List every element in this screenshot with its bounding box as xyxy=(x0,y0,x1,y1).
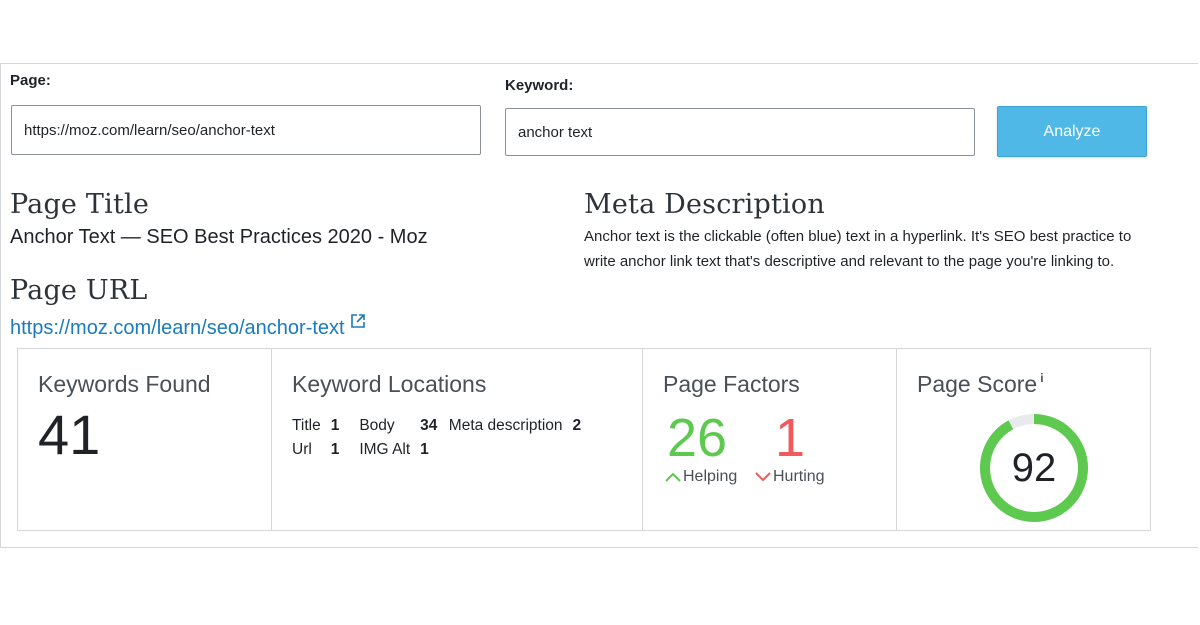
meta-description-heading: Meta Description xyxy=(584,189,825,220)
location-label-meta: Meta description xyxy=(448,417,563,434)
page-score-card: Page Score i 92 xyxy=(897,349,1150,530)
location-count-title: 1 xyxy=(330,417,340,434)
page-url-text: https://moz.com/learn/seo/anchor-text xyxy=(10,317,345,339)
helping-label: Helping xyxy=(683,468,738,485)
chevron-down-icon xyxy=(755,468,773,485)
table-row: Title 1 Body 34 Meta description 2 xyxy=(292,417,581,441)
page-url-heading: Page URL xyxy=(10,275,148,306)
keyword-locations-card: Keyword Locations Title 1 Body 34 Meta d… xyxy=(272,349,643,530)
location-count-url: 1 xyxy=(330,441,340,458)
keyword-locations-title: Keyword Locations xyxy=(292,371,487,397)
location-label-url: Url xyxy=(292,441,312,458)
external-link-icon[interactable] xyxy=(350,311,365,334)
page-score-title-text: Page Score xyxy=(917,371,1038,397)
keywords-found-value: 41 xyxy=(38,403,101,466)
location-label-body: Body xyxy=(359,417,395,434)
hurting-count: 1 xyxy=(775,408,806,468)
hurting-indicator: Hurting xyxy=(755,468,825,486)
helping-count: 26 xyxy=(667,408,728,468)
stats-cards: Keywords Found 41 Keyword Locations Titl… xyxy=(17,348,1151,531)
location-count-img-alt: 1 xyxy=(420,441,429,458)
page-factors-title: Page Factors xyxy=(663,371,800,397)
page-url-input[interactable] xyxy=(11,105,481,155)
chevron-up-icon xyxy=(665,468,683,485)
page-title-heading: Page Title xyxy=(10,189,150,220)
keyword-input[interactable] xyxy=(505,108,975,156)
location-count-meta: 2 xyxy=(572,417,582,434)
helping-indicator: Helping xyxy=(665,468,737,486)
location-label-img-alt: IMG Alt xyxy=(359,441,411,458)
table-row: Url 1 IMG Alt 1 xyxy=(292,441,581,465)
meta-description-value: Anchor text is the clickable (often blue… xyxy=(584,228,1132,270)
page-score-value: 92 xyxy=(1011,445,1057,490)
page-score-gauge: 92 xyxy=(979,413,1089,523)
location-label-title: Title xyxy=(292,417,321,434)
keyword-label: Keyword: xyxy=(505,77,574,94)
page-title-value: Anchor Text — SEO Best Practices 2020 - … xyxy=(10,226,428,248)
keyword-locations-table: Title 1 Body 34 Meta description 2 Url 1… xyxy=(292,417,581,465)
page-factors-card: Page Factors 26 1 Helping Hurting xyxy=(643,349,897,530)
page-url-link[interactable]: https://moz.com/learn/seo/anchor-text xyxy=(10,311,365,340)
analyze-button[interactable]: Analyze xyxy=(997,106,1147,157)
keywords-found-card: Keywords Found 41 xyxy=(18,349,272,530)
keywords-found-title: Keywords Found xyxy=(38,371,211,397)
page-score-title: Page Score i xyxy=(917,371,1044,398)
hurting-label: Hurting xyxy=(773,468,825,485)
page-label: Page: xyxy=(10,72,51,89)
location-count-body: 34 xyxy=(420,417,438,434)
info-icon[interactable]: i xyxy=(1040,371,1043,385)
